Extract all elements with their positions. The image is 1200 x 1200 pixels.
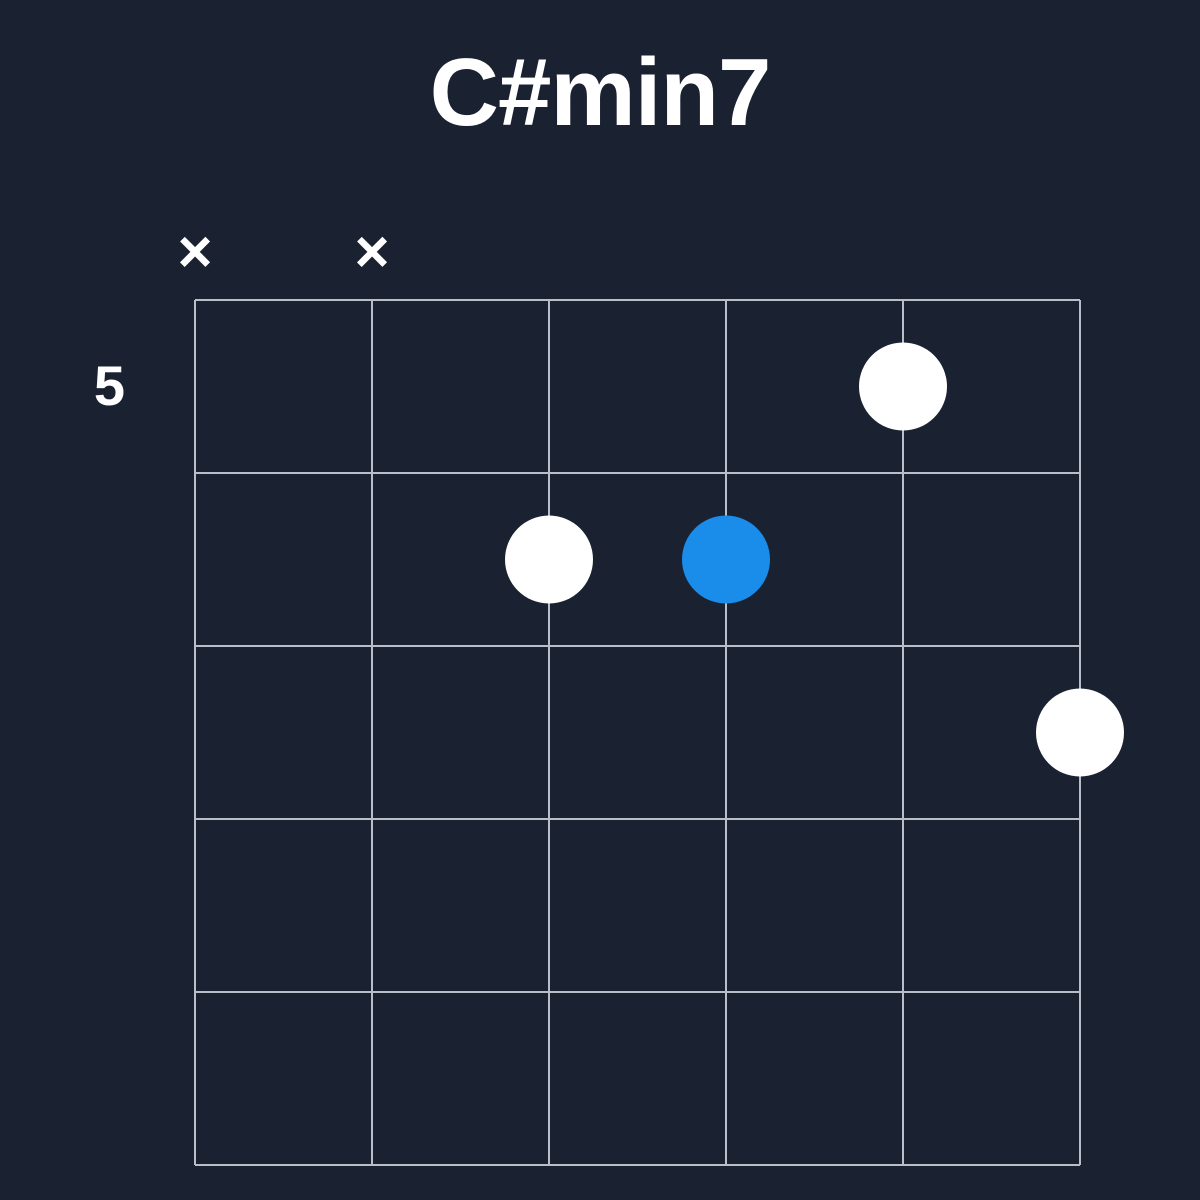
finger-dot <box>505 516 593 604</box>
fretboard <box>151 256 1124 1200</box>
finger-dot-highlight <box>682 516 770 604</box>
chord-title: C#min7 <box>0 38 1200 148</box>
starting-fret-label: 5 <box>65 353 125 418</box>
finger-dot <box>859 343 947 431</box>
finger-dot <box>1036 689 1124 777</box>
chord-diagram-canvas: C#min7 5 ×× <box>0 0 1200 1200</box>
